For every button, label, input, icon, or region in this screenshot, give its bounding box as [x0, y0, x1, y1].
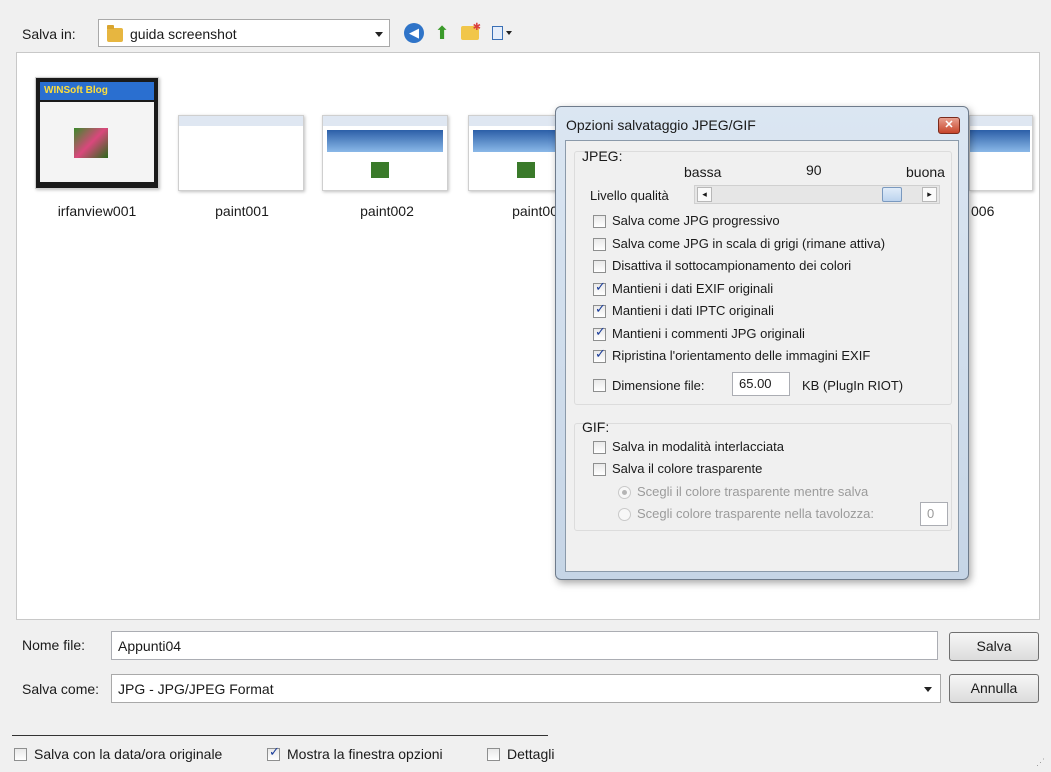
close-icon[interactable]: ✕	[938, 117, 960, 134]
filesize-checkbox[interactable]	[593, 379, 606, 392]
keep-original-date-checkbox[interactable]	[14, 748, 27, 761]
quality-slider[interactable]: ◂ ▸	[694, 185, 940, 204]
filesize-label: Dimensione file:	[612, 378, 705, 393]
jpeg-gif-options-dialog: Opzioni salvataggio JPEG/GIF ✕ JPEG: bas…	[555, 106, 969, 580]
file-thumbnail-006[interactable]	[969, 115, 1033, 191]
file-name[interactable]: paint001	[172, 203, 312, 219]
dialog-title: Opzioni salvataggio JPEG/GIF	[566, 117, 756, 133]
jpeg-option-checkbox[interactable]	[593, 325, 606, 341]
chevron-down-icon	[924, 687, 932, 692]
cancel-button[interactable]: Annulla	[949, 674, 1039, 703]
folder-icon	[107, 25, 123, 42]
jpeg-group-label: JPEG:	[582, 148, 623, 164]
save-in-folder: guida screenshot	[130, 26, 237, 42]
file-thumbnail-irfanview001[interactable]: WINSoft Blog	[35, 77, 159, 189]
show-options-checkbox[interactable]	[267, 745, 280, 761]
file-thumbnail-paint00[interactable]	[468, 115, 558, 191]
file-name[interactable]: 006	[971, 203, 1031, 219]
file-name[interactable]: irfanview001	[27, 203, 167, 219]
save-button[interactable]: Salva	[949, 632, 1039, 661]
gif-option-checkbox[interactable]	[593, 463, 606, 476]
file-thumbnail-paint002[interactable]	[322, 115, 448, 191]
file-name[interactable]: paint002	[317, 203, 457, 219]
scroll-left-icon[interactable]: ◂	[697, 187, 712, 202]
back-icon[interactable]: ◀	[404, 23, 424, 43]
gif-option-checkbox[interactable]	[593, 441, 606, 454]
filesize-unit: KB (PlugIn RIOT)	[802, 378, 904, 393]
show-options-label: Mostra la finestra opzioni	[287, 746, 443, 762]
jpeg-option-label: Mantieni i dati IPTC originali	[612, 303, 774, 318]
jpeg-option-checkbox[interactable]	[593, 237, 606, 251]
scroll-right-icon[interactable]: ▸	[922, 187, 937, 202]
jpeg-option-checkbox[interactable]	[593, 215, 606, 228]
file-name[interactable]: paint00	[496, 203, 558, 219]
save-in-label: Salva in:	[22, 26, 76, 42]
jpeg-option-label: Ripristina l'orientamento delle immagini…	[612, 348, 871, 363]
quality-value: 90	[806, 162, 822, 178]
details-label: Dettagli	[507, 746, 555, 762]
gif-option-label: Salva in modalità interlacciata	[612, 439, 784, 454]
filename-label: Nome file:	[22, 637, 86, 653]
transparent-color-radio[interactable]	[618, 508, 631, 521]
gif-group-label: GIF:	[582, 419, 610, 435]
transparent-color-radio[interactable]	[618, 486, 631, 499]
jpeg-option-checkbox[interactable]	[593, 280, 606, 296]
jpeg-option-label: Salva come JPG progressivo	[612, 213, 780, 228]
filename-input[interactable]: Appunti04	[111, 631, 938, 660]
keep-original-date-label: Salva con la data/ora originale	[34, 746, 223, 762]
new-folder-icon[interactable]: ✱	[460, 22, 481, 43]
savetype-dropdown[interactable]: JPG - JPG/JPEG Format	[111, 674, 941, 703]
quality-high-label: buona	[906, 164, 945, 180]
up-folder-icon[interactable]: ⬆	[432, 23, 452, 43]
file-thumbnail-paint001[interactable]	[178, 115, 304, 191]
view-menu-icon[interactable]	[492, 23, 512, 43]
quality-label: Livello qualità	[590, 188, 669, 203]
divider	[12, 735, 548, 736]
filesize-input[interactable]: 65.00	[732, 372, 790, 396]
transparent-color-label: Scegli il colore trasparente mentre salv…	[637, 484, 869, 499]
jpeg-option-checkbox[interactable]	[593, 260, 606, 273]
quality-low-label: bassa	[684, 164, 722, 180]
jpeg-option-label: Mantieni i commenti JPG originali	[612, 325, 805, 341]
jpeg-option-label: Salva come JPG in scala di grigi (rimane…	[612, 235, 886, 251]
gif-option-label: Salva il colore trasparente	[612, 461, 763, 476]
save-in-dropdown[interactable]: guida screenshot	[98, 19, 390, 47]
jpeg-option-checkbox[interactable]	[593, 347, 606, 363]
jpeg-option-label: Mantieni i dati EXIF originali	[612, 280, 774, 296]
thumbnail-logo: WINSoft Blog	[40, 82, 154, 100]
transparent-color-label: Scegli colore trasparente nella tavolozz…	[637, 506, 875, 521]
chevron-down-icon	[375, 32, 383, 37]
savetype-label: Salva come:	[22, 681, 100, 697]
quality-slider-thumb[interactable]	[882, 187, 902, 202]
jpeg-option-checkbox[interactable]	[593, 302, 606, 318]
jpeg-option-label: Disattiva il sottocampionamento dei colo…	[612, 258, 852, 273]
details-checkbox[interactable]	[487, 748, 500, 761]
palette-index-input[interactable]: 0	[920, 502, 948, 526]
dialog-body: JPEG: bassa 90 buona Livello qualità ◂ ▸…	[565, 140, 959, 572]
resize-grip-icon[interactable]: ⋰	[1036, 757, 1046, 767]
savetype-value: JPG - JPG/JPEG Format	[118, 681, 274, 697]
